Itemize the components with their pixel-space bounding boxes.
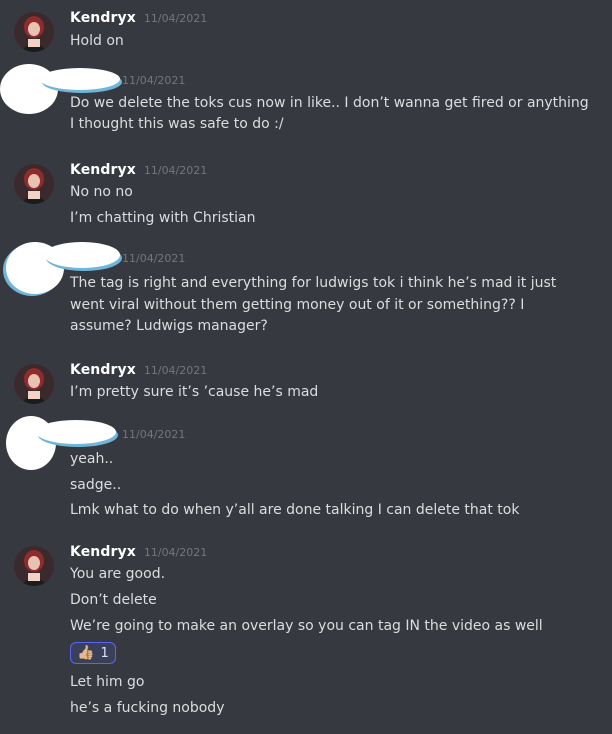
avatar-image (14, 546, 54, 586)
message-text: Do we delete the toks cus now in like.. … (70, 95, 589, 132)
timestamp: 11/04/2021 (122, 428, 186, 441)
message-text: Hold on (70, 33, 124, 49)
avatar-image (14, 12, 54, 52)
timestamp: 11/04/2021 (143, 364, 208, 377)
thumbs-up-icon: 👍🏼 (77, 645, 95, 661)
message-text: yeah.. (70, 451, 114, 467)
timestamp: 11/04/2021 (122, 252, 186, 265)
message-text: I’m pretty sure it’s ’cause he’s mad (70, 384, 319, 400)
username[interactable]: Kendryx (70, 544, 136, 560)
avatar-image (14, 364, 54, 404)
redacted-username (44, 242, 120, 268)
message-header: Kendryx 11/04/2021 (70, 10, 207, 30)
message-header: Kendryx 11/04/2021 (70, 362, 207, 382)
message-text: sadge.. (70, 477, 122, 493)
message-text: Lmk what to do when y’all are done talki… (70, 502, 520, 518)
message-header: 11/04/2021 (122, 74, 185, 94)
redacted-username (40, 68, 120, 90)
message-text: No no no (70, 184, 133, 200)
message-text: Don’t delete (70, 592, 157, 608)
message-text: he’s a fucking nobody (70, 700, 225, 716)
username[interactable]: Kendryx (70, 162, 136, 178)
message-text: You are good. (70, 566, 166, 582)
avatar[interactable] (14, 12, 54, 52)
message-header: Kendryx 11/04/2021 (70, 544, 207, 564)
message-header: Kendryx 11/04/2021 (70, 162, 207, 182)
avatar[interactable] (14, 546, 54, 586)
avatar-image (14, 164, 54, 204)
reaction-thumbs-up[interactable]: 👍🏼 1 (70, 642, 116, 664)
redacted-username (36, 420, 116, 444)
timestamp: 11/04/2021 (122, 74, 186, 87)
message-text: Let him go (70, 674, 145, 690)
reaction-count: 1 (100, 645, 109, 661)
username[interactable]: Kendryx (70, 10, 136, 26)
timestamp: 11/04/2021 (143, 12, 208, 25)
message-text: The tag is right and everything for ludw… (70, 275, 557, 334)
avatar[interactable] (14, 364, 54, 404)
username[interactable]: Kendryx (70, 362, 136, 378)
message-header: 11/04/2021 (122, 252, 185, 272)
avatar[interactable] (14, 164, 54, 204)
message-text: I’m chatting with Christian (70, 210, 256, 226)
timestamp: 11/04/2021 (143, 164, 208, 177)
message-text: We’re going to make an overlay so you ca… (70, 618, 543, 634)
message-header: 11/04/2021 (122, 428, 185, 448)
timestamp: 11/04/2021 (143, 546, 208, 559)
